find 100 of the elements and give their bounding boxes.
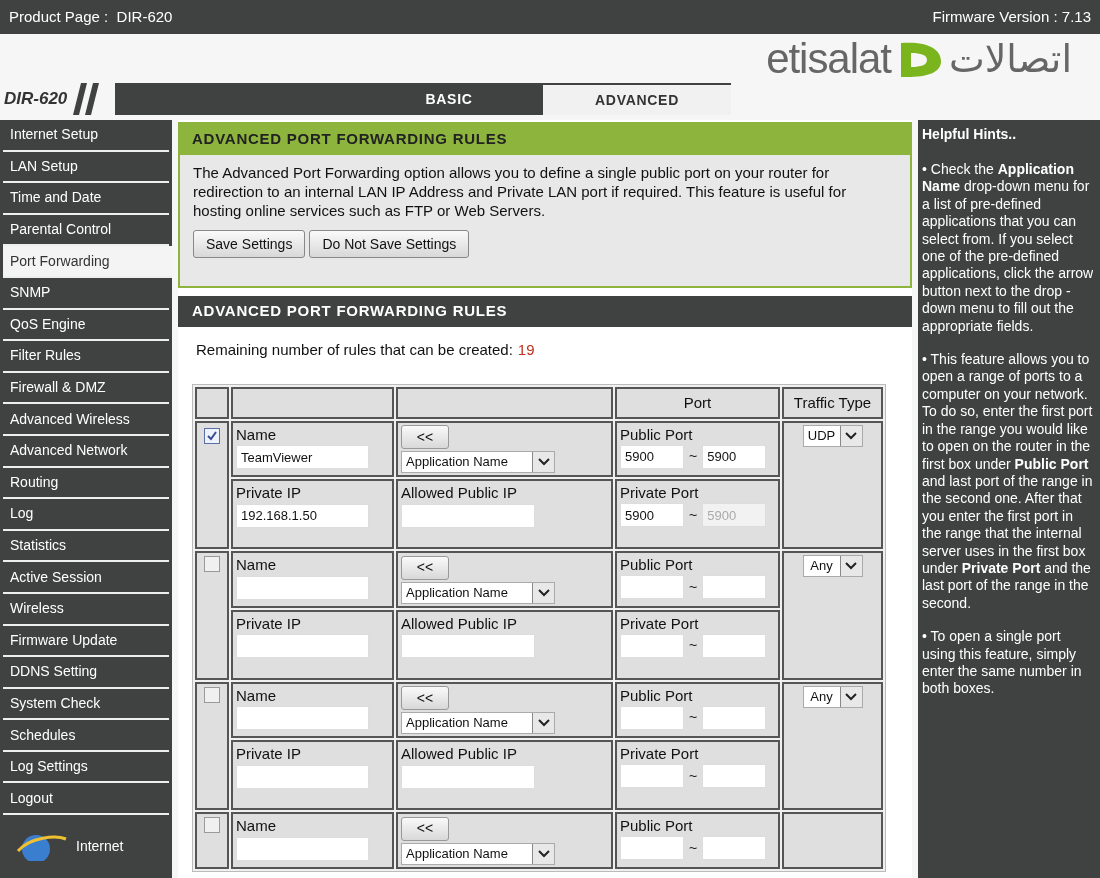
range-separator: ~ (689, 577, 698, 597)
sidebar-item[interactable]: QoS Engine (3, 309, 169, 342)
apply-application-button[interactable]: << (401, 686, 449, 710)
sidebar-item[interactable]: LAN Setup (3, 151, 169, 184)
traffic-type-select[interactable]: Any (802, 555, 863, 577)
port-field[interactable]: 5900 (702, 444, 767, 469)
sidebar-item[interactable]: Log (3, 499, 169, 531)
range-separator: ~ (689, 447, 698, 466)
hint-paragraph: • To open a single port using this feature, simply enter the same number in both boxes. (922, 628, 1083, 698)
private-ip-field[interactable]: 192.168.1.50 (236, 503, 369, 528)
allowed-public-ip-field[interactable] (401, 634, 535, 658)
port-field[interactable] (702, 836, 767, 860)
range-separator: ~ (689, 505, 698, 525)
column-header: Traffic Type (793, 393, 872, 411)
allowed-public-ip-label: Allowed Public IP (401, 483, 518, 503)
nav-tab[interactable]: ADVANCED (543, 83, 731, 115)
remaining-rules-label: Remaining number of rules that can be created: (196, 340, 513, 360)
apply-application-button[interactable]: << (401, 816, 449, 841)
application-name-select[interactable]: Application Name (401, 842, 555, 865)
sidebar-item[interactable]: DDNS Setting (3, 657, 169, 689)
port-field[interactable] (702, 705, 767, 730)
sidebar-item[interactable]: Logout (3, 783, 169, 816)
hint-paragraph: • This feature allows you to open a range of ports to a computer on your network. To do so, enter the first port in the range you would like to open on the router in the first box under Public Port and last port of the range in the second one. After that you enter the first port in the range that the internal server uses in the first box under Private Port and the last port of the range in the second. (922, 351, 1094, 613)
chevron-down-icon (537, 458, 550, 466)
apply-application-button[interactable]: << (401, 425, 449, 449)
model-logo: DIR-620 (4, 88, 68, 111)
rule-checkbox[interactable] (204, 556, 220, 572)
sidebar-item[interactable]: Advanced Wireless (3, 404, 169, 436)
traffic-type-select[interactable]: UDP (802, 424, 863, 447)
port-field[interactable] (620, 575, 684, 599)
traffic-type-select[interactable]: Any (802, 685, 863, 708)
public-port-label: Public Port (620, 816, 694, 836)
public-port-label: Public Port (620, 685, 694, 706)
sidebar-item[interactable]: Routing (3, 467, 169, 500)
sidebar-item[interactable]: SNMP (3, 277, 169, 310)
sidebar-item[interactable]: Firmware Update (3, 625, 169, 658)
firmware-version-label: Firmware Version : 7.13 (932, 6, 1091, 27)
name-field[interactable]: TeamViewer (236, 445, 369, 469)
sidebar-item[interactable]: Statistics (3, 530, 169, 563)
private-ip-field[interactable] (236, 634, 369, 658)
hints-title: Helpful Hints.. (922, 125, 1018, 144)
private-ip-label: Private IP (236, 483, 303, 503)
chevron-down-icon (537, 849, 550, 858)
name-field[interactable] (236, 836, 369, 861)
port-field[interactable] (620, 633, 684, 658)
public-port-label: Public Port (620, 424, 694, 445)
sidebar-item[interactable]: Schedules (3, 720, 169, 752)
brand-arabic-name: اتصالات (948, 39, 1072, 78)
chevron-down-icon (845, 431, 857, 440)
port-field[interactable]: 5900 (620, 503, 684, 527)
range-separator: ~ (689, 636, 698, 655)
application-name-select[interactable]: Application Name (401, 712, 555, 734)
private-port-label: Private Port (620, 744, 700, 764)
rule-checkbox[interactable] (204, 686, 220, 703)
checkmark-icon (206, 429, 218, 442)
chevron-down-icon (845, 692, 857, 701)
private-ip-label: Private IP (236, 744, 303, 764)
column-header: Port (683, 393, 712, 411)
port-field[interactable] (620, 836, 684, 860)
intro-description: The Advanced Port Forwarding option allows you to define a single public port on your router for redirection to an internal LAN IP Address and Private LAN port if required. This feature is useful for hosting online services such as FTP or Web Servers. (192, 163, 848, 220)
application-name-select[interactable]: Application Name (401, 451, 555, 473)
port-field[interactable] (702, 633, 767, 658)
range-separator: ~ (689, 838, 698, 858)
rule-checkbox[interactable] (204, 427, 220, 444)
product-page-label: Product Page : DIR-620 (9, 6, 173, 27)
chevron-down-icon (845, 562, 857, 570)
sidebar-item[interactable]: Firewall & DMZ (3, 372, 169, 405)
brand-name: etisalat (766, 37, 891, 80)
sidebar-item[interactable]: Time and Date (3, 183, 169, 215)
private-port-label: Private Port (620, 613, 700, 634)
sidebar-item[interactable]: Active Session (3, 562, 169, 594)
sidebar-item[interactable]: System Check (3, 688, 169, 721)
port-field[interactable] (620, 705, 684, 730)
sidebar-item[interactable]: Filter Rules (3, 341, 169, 373)
sidebar-item[interactable]: Log Settings (3, 751, 169, 784)
sidebar-item[interactable]: Port Forwarding (3, 246, 172, 278)
name-field[interactable] (236, 706, 369, 730)
port-field[interactable]: 5900 (620, 444, 684, 469)
sidebar-item[interactable]: Internet Setup (3, 120, 169, 152)
name-label: Name (236, 555, 277, 575)
application-name-select[interactable]: Application Name (401, 581, 555, 604)
save-settings-button[interactable]: Save Settings (193, 230, 306, 258)
internet-label: Internet (76, 836, 124, 856)
cancel-settings-button[interactable]: Do Not Save Settings (309, 230, 470, 258)
nav-tab[interactable]: BASIC (355, 83, 543, 115)
allowed-public-ip-field[interactable] (401, 503, 535, 528)
private-ip-field[interactable] (236, 764, 369, 789)
port-field[interactable] (702, 575, 767, 599)
allowed-public-ip-field[interactable] (401, 764, 535, 789)
port-field[interactable] (702, 764, 767, 788)
range-separator: ~ (689, 708, 698, 727)
name-field[interactable] (236, 575, 369, 600)
sidebar-item[interactable]: Advanced Network (3, 435, 169, 468)
port-field[interactable] (620, 764, 684, 788)
sidebar-item[interactable]: Wireless (3, 593, 169, 626)
remaining-rules-count: 19 (517, 340, 535, 360)
hint-paragraph: • Check the Application Name drop-down menu for a list of pre-defined applications that you can select from. If you select one of the pre-defined applications, click the arrow button next to the drop -down menu to fill out the appropriate fields. (922, 161, 1095, 336)
apply-application-button[interactable]: << (401, 555, 449, 580)
name-label: Name (236, 816, 277, 836)
rule-checkbox[interactable] (204, 817, 220, 833)
